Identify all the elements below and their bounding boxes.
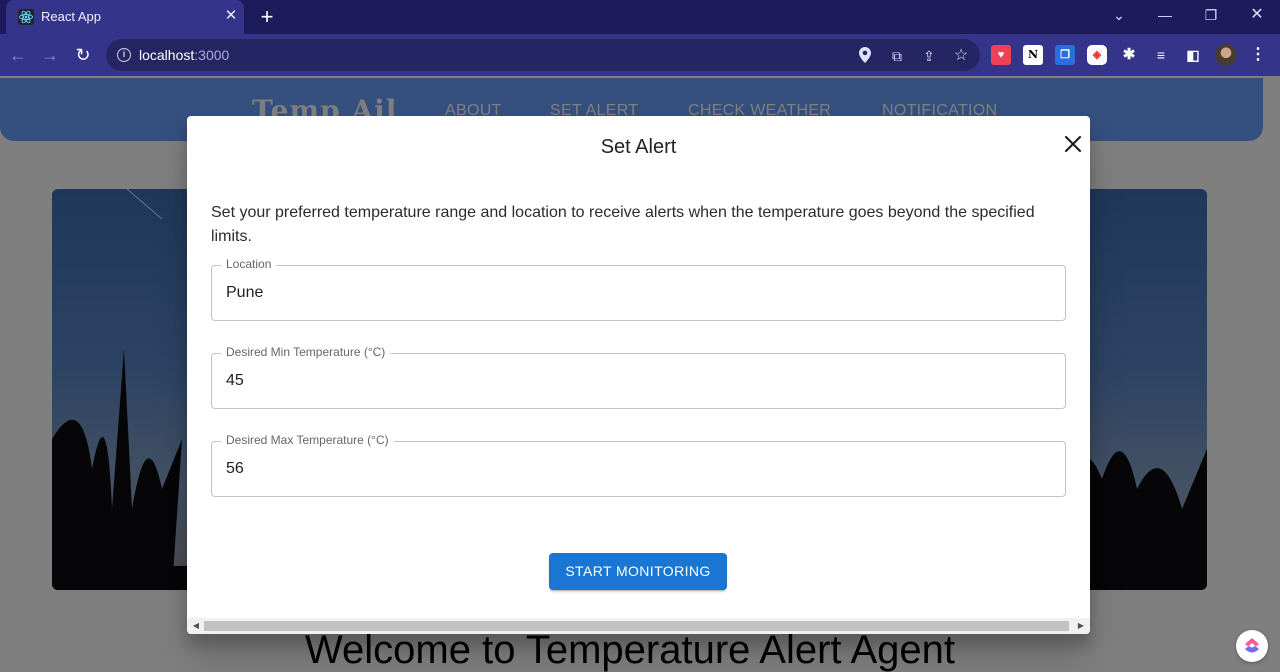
location-field[interactable]: Location Pune [211,257,1066,321]
copy-extension-icon[interactable]: ❐ [1055,45,1075,65]
minimize-icon[interactable]: — [1153,5,1177,25]
close-icon[interactable]: ✕ [223,8,239,24]
min-temperature-field-value[interactable]: 45 [226,372,244,390]
sidebar-icon[interactable]: ◧ [1183,45,1203,65]
browser-tab-strip: React App ✕ + ⌄ — ❐ ✕ [0,0,1280,34]
url-port: :3000 [194,47,230,63]
color-extension-icon[interactable]: ◈ [1087,45,1107,65]
dialog-title: Set Alert [600,136,677,158]
avatar[interactable] [1215,44,1237,66]
max-temperature-field[interactable]: Desired Max Temperature (°C) 56 [211,433,1066,497]
plus-icon[interactable]: + [256,6,278,28]
close-icon[interactable] [1063,134,1083,154]
start-monitoring-button[interactable]: START MONITORING [549,553,727,590]
address-bar[interactable]: i localhost:3000 ⧉ ⇪ ☆ [106,39,980,71]
back-arrow-icon[interactable]: ← [6,43,30,67]
restore-icon[interactable]: ❐ [1199,5,1223,25]
horizontal-scrollbar[interactable]: ◀ ▶ [187,618,1090,634]
tab-title: React App [41,9,101,24]
extensions-puzzle-icon[interactable]: ✱ [1119,45,1139,65]
set-alert-dialog: Set Alert Set your preferred temperature… [187,116,1090,634]
scroll-left-icon[interactable]: ◀ [192,622,200,630]
share-icon[interactable]: ⇪ [920,47,938,65]
min-temperature-field[interactable]: Desired Min Temperature (°C) 45 [211,345,1066,409]
info-icon[interactable]: i [117,48,131,62]
chevron-down-icon[interactable]: ⌄ [1107,5,1131,25]
url-text: localhost:3000 [139,47,229,63]
star-icon[interactable]: ☆ [952,47,970,65]
scrollbar-thumb[interactable] [204,621,1069,631]
url-host: localhost [139,47,195,63]
location-field-value[interactable]: Pune [226,284,263,302]
max-temperature-field-label: Desired Max Temperature (°C) [221,433,394,447]
clickup-icon[interactable] [1236,630,1268,662]
forward-arrow-icon[interactable]: → [38,43,62,67]
pocket-extension-icon[interactable]: ♥ [991,45,1011,65]
location-pin-icon[interactable] [856,47,874,65]
notion-extension-icon[interactable]: N [1023,45,1043,65]
location-field-label: Location [221,257,277,271]
browser-tab[interactable]: React App ✕ [6,0,244,34]
reading-list-icon[interactable]: ≡ [1151,45,1171,65]
kebab-menu-icon[interactable]: ⋮ [1248,45,1268,65]
react-favicon [18,9,34,25]
reload-icon[interactable]: ↻ [71,43,95,67]
max-temperature-field-value[interactable]: 56 [226,460,244,478]
window-close-icon[interactable]: ✕ [1245,5,1269,25]
scroll-right-icon[interactable]: ▶ [1077,622,1085,630]
min-temperature-field-label: Desired Min Temperature (°C) [221,345,391,359]
open-external-icon[interactable]: ⧉ [888,47,906,65]
dialog-description: Set your preferred temperature range and… [211,204,1035,245]
browser-toolbar: ← → ↻ i localhost:3000 ⧉ ⇪ ☆ ♥ N ❐ ◈ ✱ ≡… [0,34,1280,76]
